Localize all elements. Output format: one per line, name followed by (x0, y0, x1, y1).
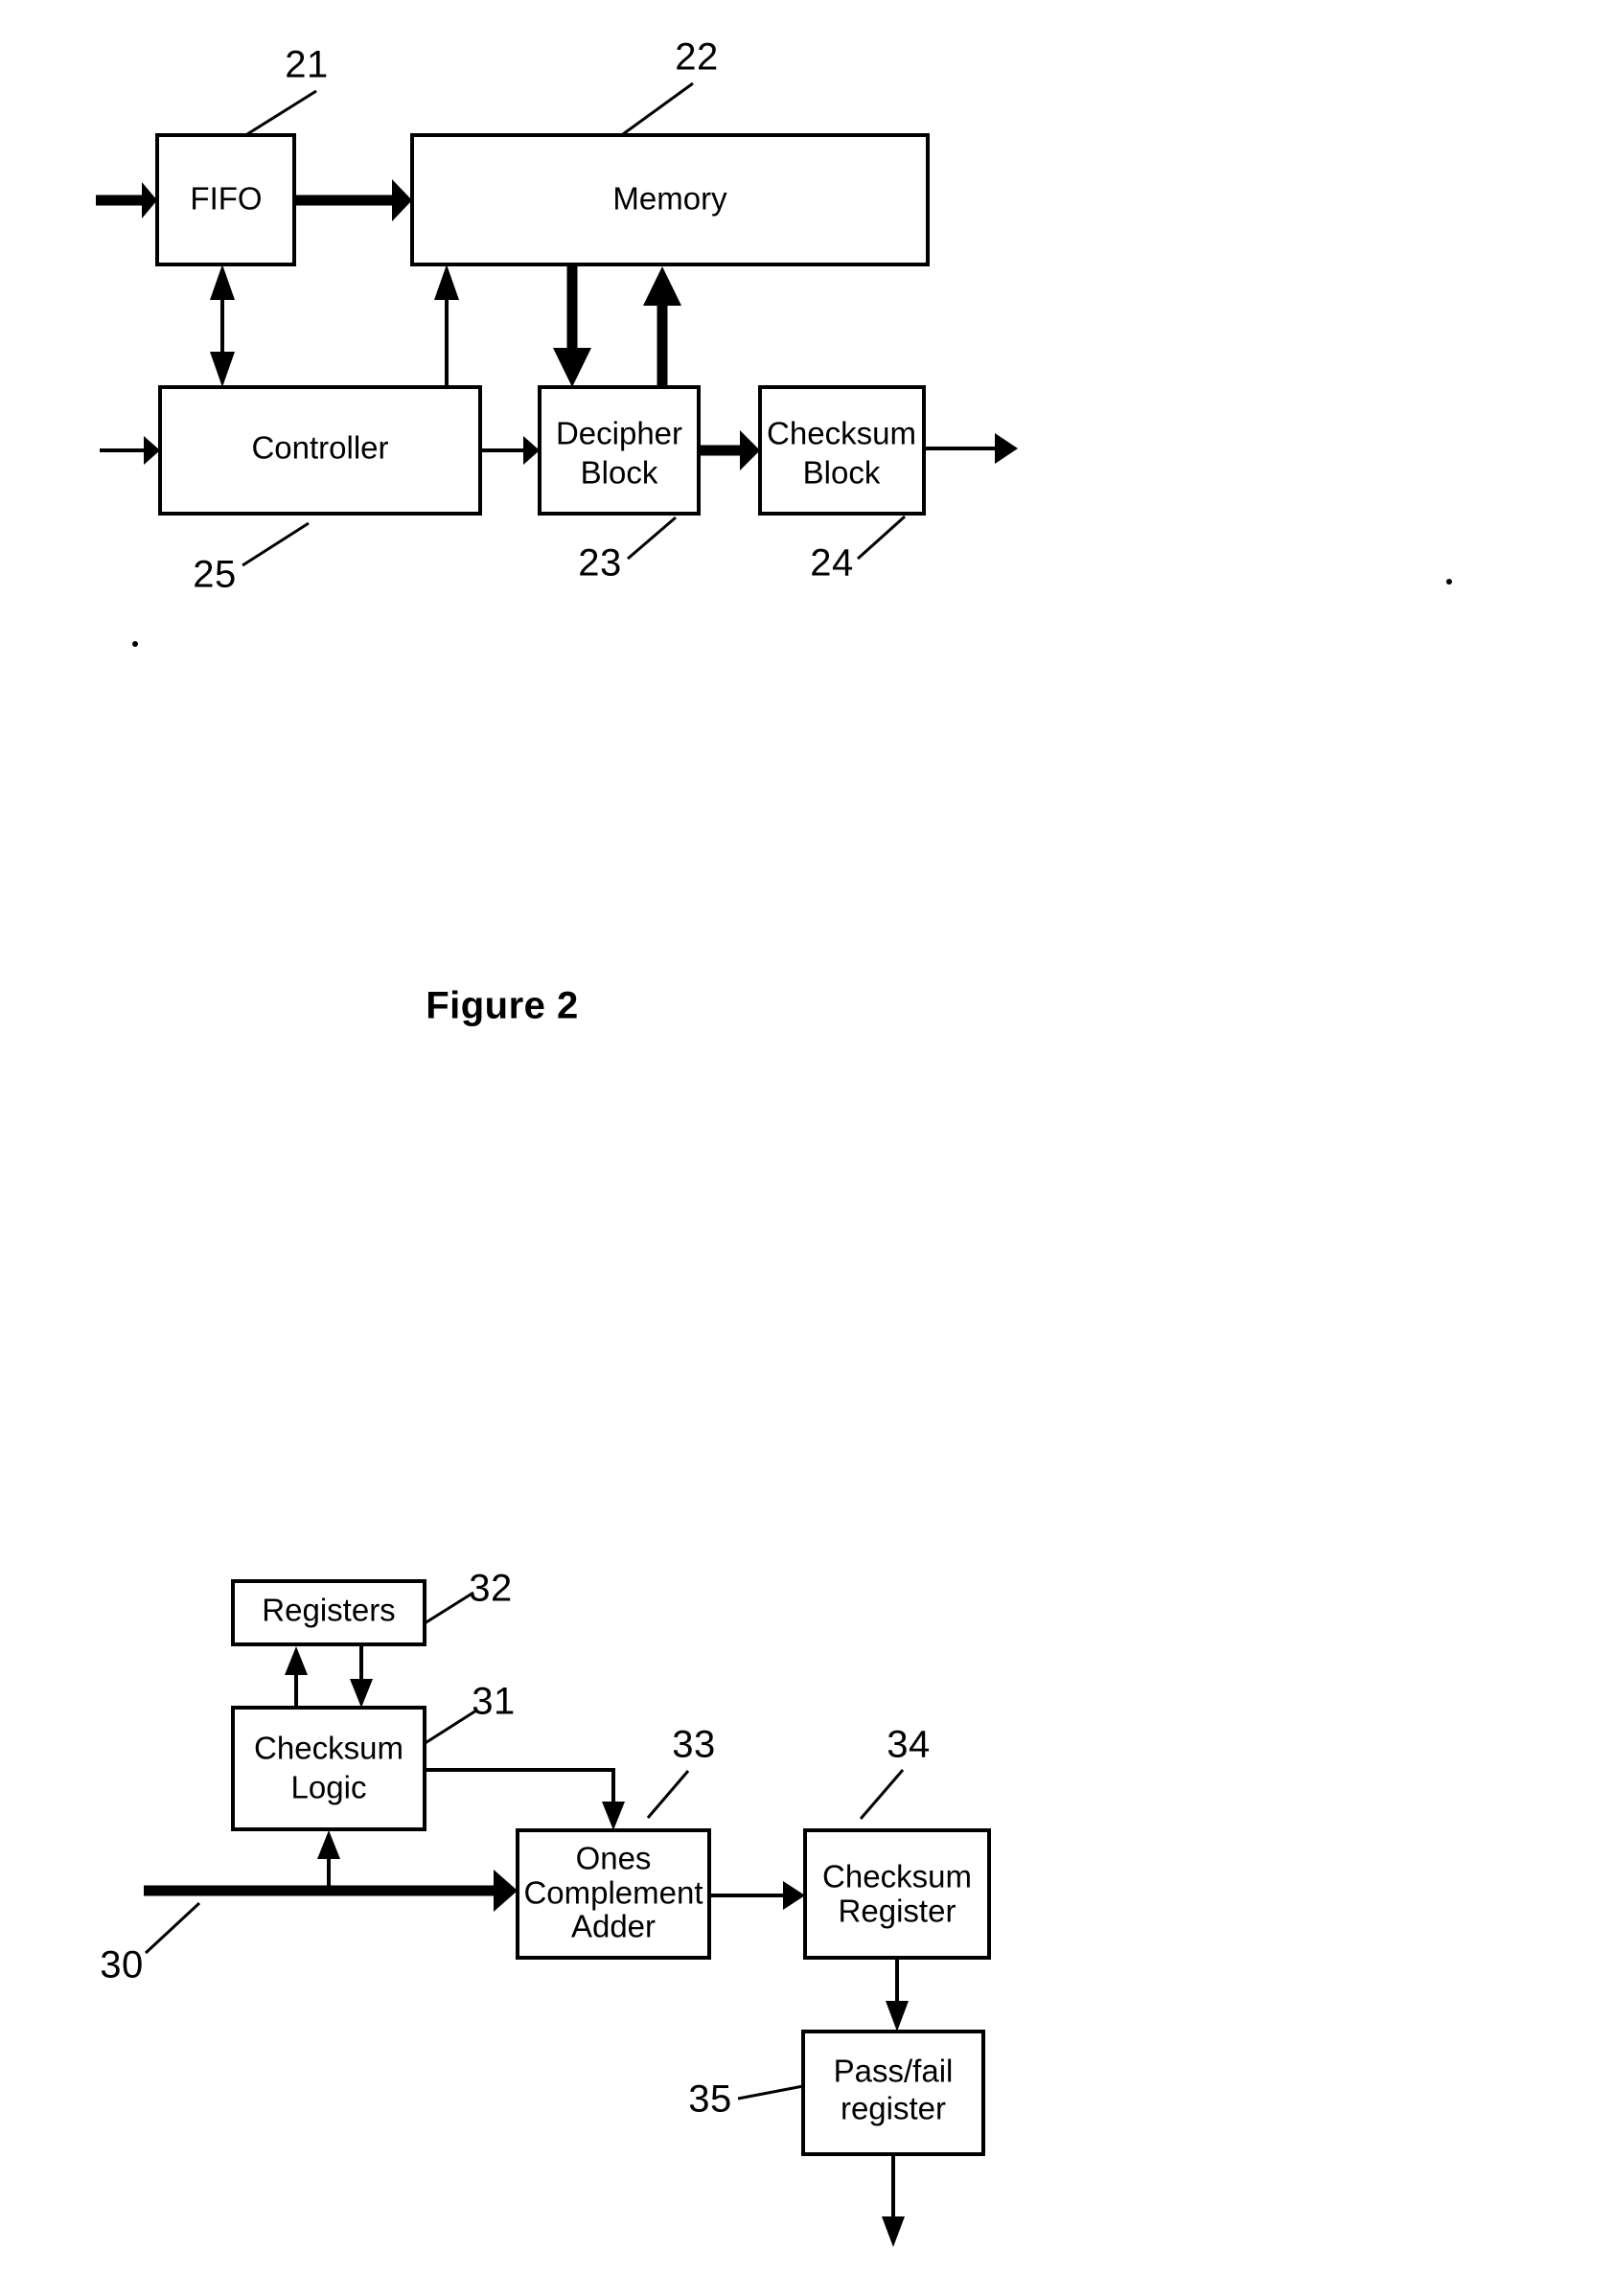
ref-number-31: 31 (472, 1681, 516, 1723)
fifo-block-label: FIFO (190, 181, 262, 217)
figure-2-caption: Figure 2 (426, 985, 579, 1027)
checksum-register-to-passfail-arrowhead (886, 2001, 909, 2032)
scan-speck-right (1446, 579, 1452, 585)
input-data-bus-arrowhead (494, 1870, 518, 1912)
fifo-input-arrowhead (142, 182, 157, 218)
logic-to-registers-arrowhead (285, 1646, 308, 1675)
leader-line-21 (246, 89, 317, 136)
adder-label-line3: Adder (571, 1909, 656, 1944)
memory-block-label: Memory (612, 181, 727, 217)
ref-number-22: 22 (675, 36, 719, 79)
fifo-controller-arrowhead-up (210, 264, 235, 300)
fifo-controller-arrowhead-down (210, 352, 235, 387)
leader-line-22 (622, 81, 694, 136)
patent-drawing-sheet: 21 22 FIFO Memory Controller Decipher Bl… (0, 0, 1613, 2296)
decipher-to-checksum-arrowhead (740, 430, 760, 471)
leader-line-30 (144, 1901, 201, 1955)
logic-to-adder-path (425, 1768, 615, 1806)
checksum-logic-block[interactable] (231, 1706, 426, 1831)
checksum-register-label-line1: Checksum (822, 1859, 972, 1894)
ref-number-33: 33 (672, 1724, 716, 1766)
controller-to-memory-arrowhead (434, 264, 459, 300)
checksum-logic-label-line1: Checksum (254, 1731, 403, 1766)
ref-number-34: 34 (887, 1724, 931, 1766)
leader-line-24 (856, 515, 907, 561)
leader-line-31 (423, 1709, 477, 1746)
figure-2-group: 21 22 FIFO Memory Controller Decipher Bl… (96, 36, 1452, 1027)
controller-block-label: Controller (251, 430, 388, 466)
ref-number-24: 24 (810, 542, 854, 585)
checksum-logic-label-line2: Logic (291, 1770, 367, 1805)
pass-fail-label-line1: Pass/fail (834, 2054, 954, 2089)
scan-speck-left (132, 641, 138, 647)
adder-label-line1: Ones (576, 1841, 652, 1876)
adder-to-checksum-register-arrowhead (783, 1881, 805, 1910)
ref-number-25: 25 (193, 554, 237, 596)
leader-line-25 (242, 521, 310, 567)
leader-line-34 (859, 1769, 905, 1820)
registers-block-label: Registers (262, 1593, 395, 1628)
fifo-to-memory-arrowhead (392, 179, 412, 221)
checksum-register-label-line2: Register (839, 1894, 956, 1929)
pass-fail-label-line2: register (841, 2091, 946, 2126)
bus-to-logic-arrowhead (317, 1830, 340, 1859)
figure-3-group: 32 Registers 31 Checksum Logic 33 34 30 … (100, 1568, 991, 2247)
ref-number-32: 32 (469, 1568, 513, 1610)
leader-line-23 (627, 516, 677, 561)
checksum-output-arrowhead (995, 433, 1018, 464)
leader-line-33 (646, 1770, 690, 1819)
checksum-block-label-line2: Block (803, 455, 881, 491)
ref-number-30: 30 (100, 1944, 144, 1986)
registers-to-logic-arrowhead (350, 1679, 373, 1708)
controller-to-decipher-arrowhead (523, 436, 540, 465)
decipher-block-label-line2: Block (581, 455, 658, 491)
ref-number-21: 21 (285, 44, 329, 86)
checksum-block-label-line1: Checksum (767, 416, 916, 451)
decipher-block-label-line1: Decipher (556, 416, 682, 451)
figures-svg: 21 22 FIFO Memory Controller Decipher Bl… (96, 36, 1452, 2247)
pass-fail-output-arrowhead (882, 2216, 905, 2247)
memory-to-decipher-arrowhead (553, 348, 591, 387)
ref-number-35: 35 (688, 2078, 732, 2121)
ref-number-23: 23 (578, 542, 622, 585)
decipher-to-memory-arrowhead (643, 266, 681, 306)
leader-line-32 (424, 1591, 474, 1625)
leader-line-35 (737, 2084, 804, 2101)
logic-to-adder-arrowhead (602, 1802, 625, 1830)
adder-label-line2: Complement (523, 1875, 703, 1911)
controller-input-arrowhead (144, 436, 160, 465)
